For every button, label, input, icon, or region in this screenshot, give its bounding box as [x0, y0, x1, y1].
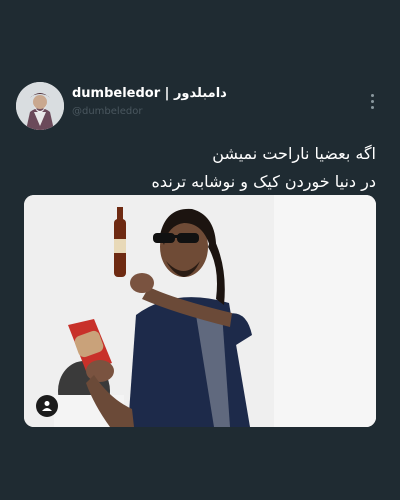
display-name[interactable]: dumbeledor | دامبلدور [72, 86, 227, 101]
avatar-image [16, 82, 64, 130]
tweet-media-image[interactable] [24, 195, 376, 427]
person-glyph [42, 401, 52, 411]
avatar[interactable] [16, 82, 64, 130]
user-handle[interactable]: @dumbeledor [72, 106, 142, 117]
tweet-text: اگه بعضیا ناراحت نمیشن در دنیا خوردن کیک… [24, 140, 376, 196]
person-icon[interactable] [36, 395, 58, 417]
photo-illustration [24, 195, 376, 427]
tweet-text-line: اگه بعضیا ناراحت نمیشن [212, 144, 376, 163]
more-vertical-icon[interactable] [368, 94, 376, 112]
feed-page: dumbeledor | دامبلدور @dumbeledor اگه بع… [0, 0, 400, 500]
tweet-text-line: در دنیا خوردن کیک و نوشابه ترنده [151, 172, 376, 191]
